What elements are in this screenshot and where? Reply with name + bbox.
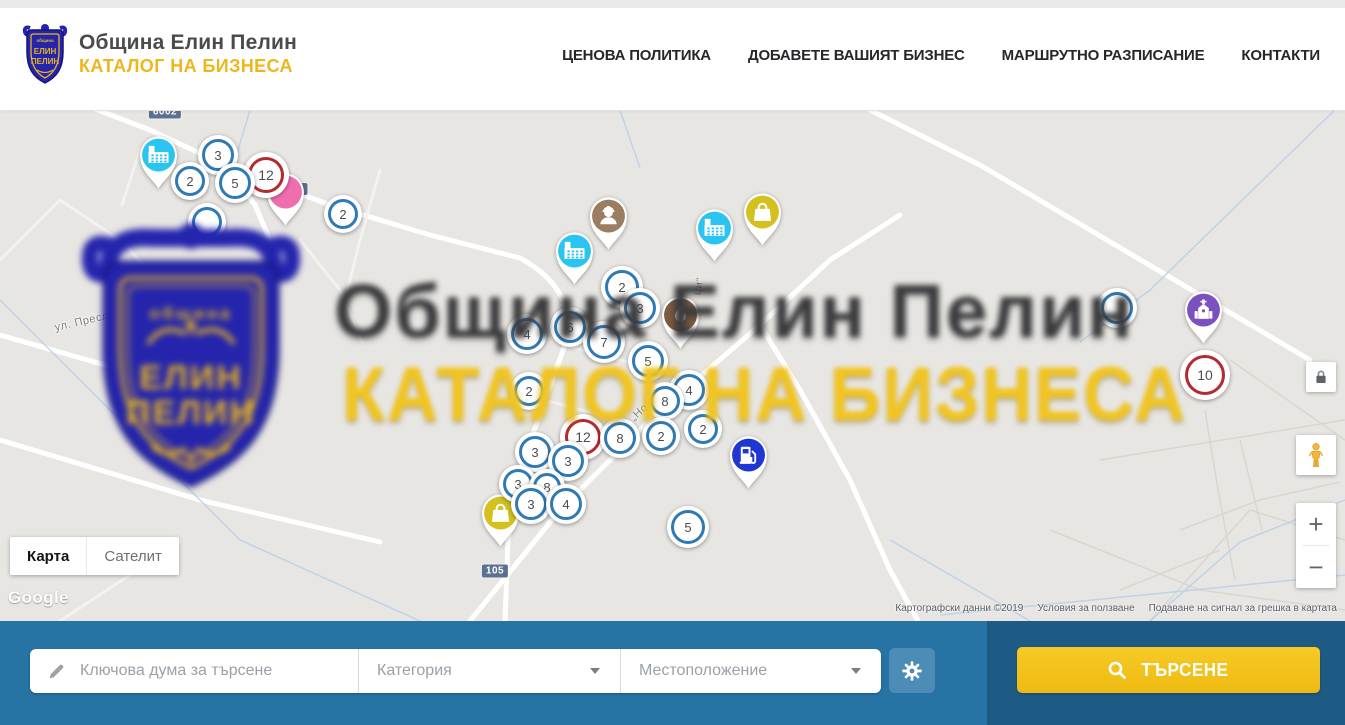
site-title: Община Елин Пелин (79, 31, 297, 55)
cluster-marker[interactable]: 8 (600, 418, 640, 458)
map-canvas[interactable]: 6002105ул. Преславбул. „Новоселци“ 32512… (0, 110, 1345, 621)
cluster-count: 4 (523, 327, 530, 342)
cluster-count: 7 (600, 335, 607, 350)
zoom-control: + − (1296, 503, 1336, 588)
cluster-count: 3 (214, 148, 221, 163)
cluster-count: 5 (231, 176, 238, 191)
cluster-count: 12 (258, 167, 274, 183)
cluster-count: 8 (661, 394, 668, 409)
map-type-satellite-button[interactable]: Сателит (86, 537, 179, 575)
cluster-marker[interactable]: 7 (583, 321, 625, 363)
map-pin-factory-icon[interactable] (691, 204, 738, 263)
cluster-count: 4 (562, 497, 569, 512)
nav-item-pricing[interactable]: ЦЕНОВА ПОЛИТИКА (562, 47, 711, 64)
cluster-count: 2 (618, 280, 625, 295)
chevron-down-icon (590, 668, 600, 674)
cluster-marker[interactable]: 2 (324, 195, 362, 233)
nav-item-add-business[interactable]: ДОБАВЕТЕ ВАШИЯТ БИЗНЕС (748, 47, 965, 64)
road-shield: 6002 (149, 110, 181, 119)
cluster-marker[interactable]: 2 (510, 372, 548, 410)
lock-icon (1311, 367, 1331, 387)
cluster-count: 3 (636, 301, 643, 316)
svg-text:ПЕЛИН: ПЕЛИН (31, 57, 59, 66)
municipality-crest-icon: община ЕЛИН ПЕЛИН (22, 22, 68, 86)
map-type-map-button[interactable]: Карта (10, 537, 86, 575)
cluster-marker[interactable]: 2 (684, 410, 722, 448)
keyword-field (30, 649, 358, 693)
attribution-terms-link[interactable]: Условия за ползване (1037, 603, 1134, 614)
road-shield: 105 (482, 565, 508, 578)
cluster-marker[interactable]: 5 (215, 163, 255, 203)
cluster-count: 6 (566, 320, 573, 335)
cluster-marker[interactable]: 8 (646, 382, 684, 420)
cluster-count: 3 (531, 445, 538, 460)
category-select-value: Категория (377, 662, 452, 680)
map-type-control: Карта Сателит (10, 537, 179, 575)
cluster-marker[interactable]: 3 (620, 288, 660, 328)
search-button[interactable]: ТЪРСЕНЕ (1017, 647, 1320, 693)
street-view-pegman[interactable] (1296, 435, 1336, 475)
pegman-icon (1305, 442, 1327, 468)
cluster-marker[interactable]: 3 (511, 484, 551, 524)
cluster-count: 2 (525, 384, 532, 399)
chevron-down-icon (851, 668, 861, 674)
nav-item-schedule[interactable]: МАРШРУТНО РАЗПИСАНИЕ (1002, 47, 1205, 64)
header: община ЕЛИН ПЕЛИН Община Елин Пелин КАТА… (0, 0, 1345, 111)
cluster-count: 2 (339, 207, 346, 222)
cluster-count: 5 (684, 520, 691, 535)
site-logo-link[interactable]: община ЕЛИН ПЕЛИН Община Елин Пелин КАТА… (22, 22, 297, 86)
cluster-count: 2 (657, 429, 664, 444)
cluster-count: 10 (1197, 367, 1213, 383)
location-select[interactable]: Местоположение (621, 649, 881, 693)
search-icon (1107, 660, 1127, 680)
cluster-count: 5 (644, 354, 651, 369)
cluster-count: 8 (616, 431, 623, 446)
search-bar: Категория Местоположение (0, 621, 1345, 725)
cluster-marker[interactable]: 2 (171, 162, 209, 200)
keyword-input[interactable] (78, 661, 350, 681)
cluster-count: 2 (699, 422, 706, 437)
map-pin-flame-icon[interactable] (657, 291, 704, 350)
map-pin-fuel-icon[interactable] (725, 431, 772, 490)
svg-text:община: община (36, 37, 54, 43)
page: община ЕЛИН ПЕЛИН Община Елин Пелин КАТА… (0, 0, 1345, 725)
cluster-count: 3 (564, 454, 571, 469)
cluster-count: 3 (527, 497, 534, 512)
cluster-marker[interactable]: 5 (667, 506, 709, 548)
site-subtitle: КАТАЛОГ НА БИЗНЕСА (79, 56, 297, 77)
location-select-value: Местоположение (639, 662, 767, 680)
cluster-marker[interactable]: 10 (1180, 350, 1230, 400)
cluster-marker[interactable]: 5 (628, 341, 668, 381)
svg-text:ЕЛИН: ЕЛИН (34, 47, 57, 56)
cluster-marker[interactable]: 4 (546, 484, 586, 524)
gear-icon (901, 660, 923, 682)
attribution-copyright: Картографски данни ©2019 (895, 603, 1023, 614)
cluster-marker[interactable] (188, 203, 226, 241)
lock-button[interactable] (1306, 362, 1336, 392)
search-button-label: ТЪРСЕНЕ (1141, 660, 1228, 681)
cluster-count: 2 (186, 174, 193, 189)
main-nav: ЦЕНОВА ПОЛИТИКА ДОБАВЕТЕ ВАШИЯТ БИЗНЕС М… (562, 0, 1320, 110)
cluster-marker[interactable]: 4 (507, 314, 547, 354)
zoom-in-button[interactable]: + (1296, 503, 1336, 545)
map-pin-factory-icon[interactable] (551, 227, 598, 286)
cluster-marker[interactable]: 2 (642, 417, 680, 455)
map-pin-bag-icon[interactable] (739, 188, 786, 247)
cluster-count: 4 (685, 383, 692, 398)
map-attribution: Картографски данни ©2019 Условия за полз… (895, 603, 1337, 614)
settings-button[interactable] (889, 648, 935, 693)
google-logo: Google (8, 588, 69, 608)
map-pin-church-icon[interactable] (1180, 286, 1227, 345)
attribution-report-link[interactable]: Подаване на сигнал за грешка в картата (1149, 603, 1337, 614)
cluster-marker[interactable] (1097, 288, 1137, 328)
zoom-out-button[interactable]: − (1296, 546, 1336, 588)
search-fields: Категория Местоположение (30, 649, 881, 693)
pencil-icon (47, 662, 66, 681)
category-select[interactable]: Категория (359, 649, 620, 693)
nav-item-contacts[interactable]: КОНТАКТИ (1241, 47, 1320, 64)
